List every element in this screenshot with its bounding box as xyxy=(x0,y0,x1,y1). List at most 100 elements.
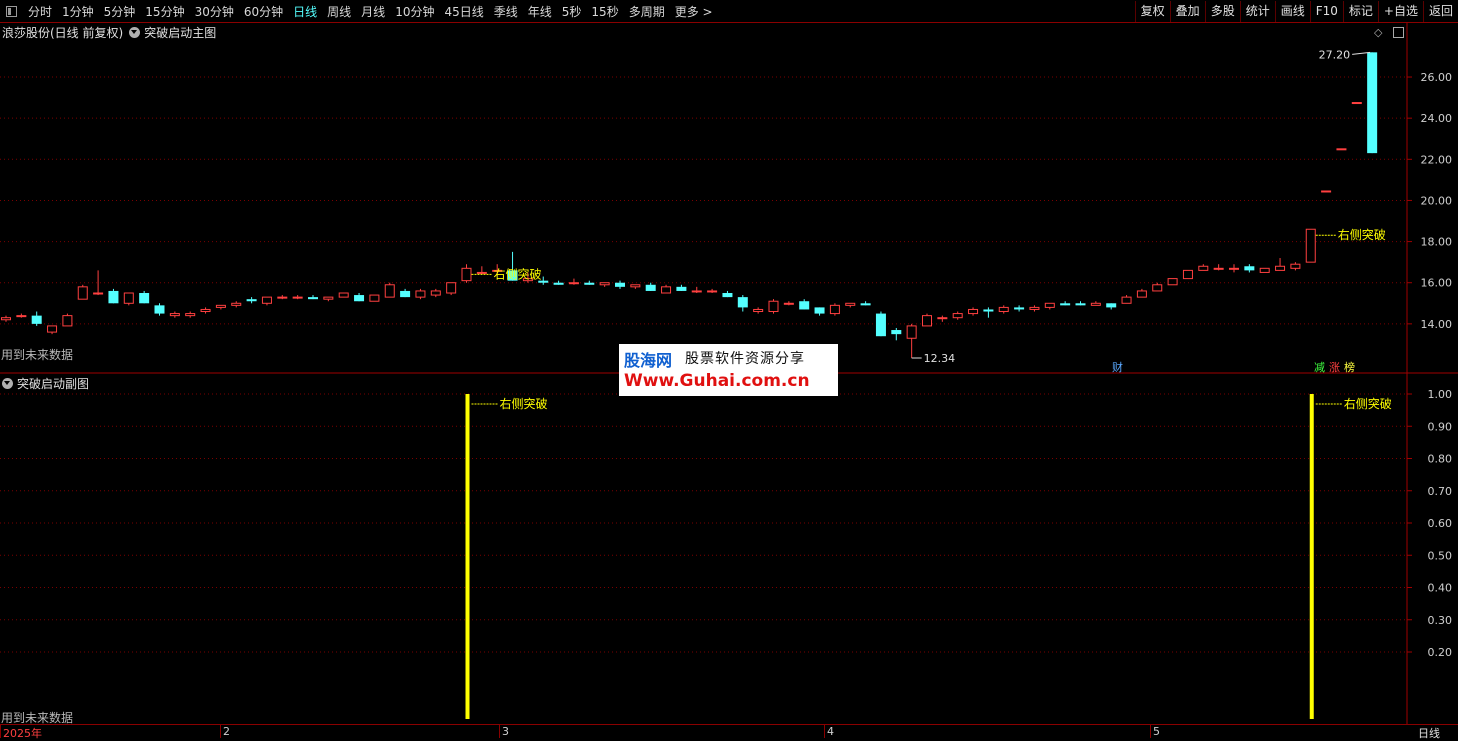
candle xyxy=(814,307,825,316)
candle xyxy=(768,299,779,314)
candle xyxy=(1213,264,1224,271)
candle-body xyxy=(1367,52,1378,154)
period-tab[interactable]: 5分钟 xyxy=(99,3,141,20)
period-tab[interactable]: 1分钟 xyxy=(57,3,99,20)
period-tab[interactable]: 10分钟 xyxy=(390,3,439,20)
period-tab[interactable]: 周线 xyxy=(322,3,356,20)
candle xyxy=(1029,305,1040,312)
candle-body xyxy=(1,317,11,321)
candle-body xyxy=(753,308,764,313)
candle-body xyxy=(446,282,457,294)
candle-body xyxy=(185,313,196,317)
candle xyxy=(292,295,303,300)
period-tab[interactable]: 30分钟 xyxy=(190,3,239,20)
candle xyxy=(47,325,58,335)
candle xyxy=(952,311,963,320)
candle xyxy=(1,315,11,322)
candle xyxy=(1198,264,1209,271)
x-tick-label: 2 xyxy=(223,725,230,738)
toolbar-button[interactable]: 叠加 xyxy=(1169,0,1205,22)
panel-toggle-icon[interactable] xyxy=(6,5,17,17)
x-tick-label: 5 xyxy=(1153,725,1160,738)
candle-body xyxy=(1351,102,1362,105)
period-tab[interactable]: 日线 xyxy=(288,3,322,20)
period-tab[interactable]: 15秒 xyxy=(586,3,623,20)
candle-body xyxy=(1305,228,1316,263)
period-tab[interactable]: 年线 xyxy=(523,3,557,20)
period-tab[interactable]: 45日线 xyxy=(439,3,488,20)
x-tick-label: 3 xyxy=(502,725,509,738)
candle xyxy=(1305,228,1316,263)
candle-body xyxy=(476,271,487,274)
candle xyxy=(1321,190,1332,193)
candle-body xyxy=(553,282,564,285)
badge-cai[interactable]: 财 xyxy=(1112,359,1123,375)
period-tab[interactable]: 月线 xyxy=(356,3,390,20)
period-tab[interactable]: 分时 xyxy=(23,3,57,20)
candle xyxy=(323,296,334,302)
period-tab[interactable]: 5秒 xyxy=(557,3,587,20)
candle xyxy=(799,299,810,310)
candle-body xyxy=(599,282,610,286)
candle xyxy=(568,278,579,285)
period-tab[interactable]: 15分钟 xyxy=(140,3,189,20)
candle-body xyxy=(62,315,73,327)
toolbar-button[interactable]: 标记 xyxy=(1342,0,1378,22)
candle xyxy=(231,301,242,308)
y-tick-label: 14.00 xyxy=(1421,318,1453,331)
candle-body xyxy=(799,301,810,310)
y-tick-label: 0.20 xyxy=(1428,646,1453,659)
candle-body xyxy=(93,292,104,295)
candle xyxy=(753,307,764,314)
period-label[interactable]: 日线 xyxy=(1418,725,1440,741)
candle xyxy=(277,295,288,300)
candle-body xyxy=(308,297,318,300)
toolbar-button[interactable]: 返回 xyxy=(1422,0,1458,22)
period-tab[interactable]: 多周期 xyxy=(624,3,670,20)
max-label: 27.20 xyxy=(1319,48,1351,61)
toolbar-button[interactable]: +自选 xyxy=(1377,0,1423,22)
candle xyxy=(446,282,457,296)
candle-body xyxy=(1244,266,1255,271)
candle-body xyxy=(246,299,257,302)
candle xyxy=(722,290,733,298)
candle-body xyxy=(922,315,932,327)
period-tab[interactable]: 更多 > xyxy=(670,3,718,20)
sub-chart: 0.20 0.30 0.40 0.50 0.60 0.70 0.80 0.90 1.00 右侧突破… xyxy=(0,374,1453,724)
y-tick-label: 18.00 xyxy=(1421,236,1453,249)
candle xyxy=(108,288,119,304)
candle-body xyxy=(292,296,303,299)
candle xyxy=(860,301,871,306)
candle xyxy=(308,295,318,300)
candle-body xyxy=(1090,302,1101,306)
candle-body xyxy=(354,295,365,302)
toolbar-button[interactable]: 画线 xyxy=(1274,0,1310,22)
candle-body xyxy=(783,302,794,305)
candle-body xyxy=(615,282,625,287)
badge-bang[interactable]: 榜 xyxy=(1344,359,1355,375)
toolbar-button[interactable]: 统计 xyxy=(1239,0,1275,22)
toolbar-button[interactable]: 复权 xyxy=(1134,0,1170,22)
y-tick-label: 26.00 xyxy=(1421,71,1453,84)
badge-jian[interactable]: 减 xyxy=(1314,359,1325,375)
candle-body xyxy=(983,309,994,312)
y-tick-label: 0.40 xyxy=(1428,582,1453,595)
candle-body xyxy=(1229,267,1239,270)
signal-bar xyxy=(465,394,470,719)
toolbar-button[interactable]: F10 xyxy=(1309,0,1343,22)
candle xyxy=(661,284,672,294)
candle xyxy=(1044,302,1055,310)
candle xyxy=(1075,301,1086,306)
candle-body xyxy=(1121,296,1132,304)
signal-label: 右侧突破 xyxy=(500,396,548,411)
candle-body xyxy=(998,306,1009,313)
badge-zhang[interactable]: 涨 xyxy=(1329,359,1340,375)
period-tab[interactable]: 60分钟 xyxy=(239,3,288,20)
toolbar-right-buttons: 复权 叠加 多股 统计 画线 F10 标记 +自选 返回 xyxy=(1134,0,1458,22)
period-tab[interactable]: 季线 xyxy=(489,3,523,20)
toolbar-button[interactable]: 多股 xyxy=(1204,0,1240,22)
period-tabs: 分时 1分钟 5分钟 15分钟 30分钟 60分钟 日线 周线 月线 10分钟 45日线 季线 年线 5秒… xyxy=(2,0,718,22)
main-chart: 14.0016.0018.0020.0022.0024.0026.00右侧突破右… xyxy=(0,22,1458,374)
x-tick xyxy=(499,725,500,738)
candle xyxy=(922,313,932,327)
